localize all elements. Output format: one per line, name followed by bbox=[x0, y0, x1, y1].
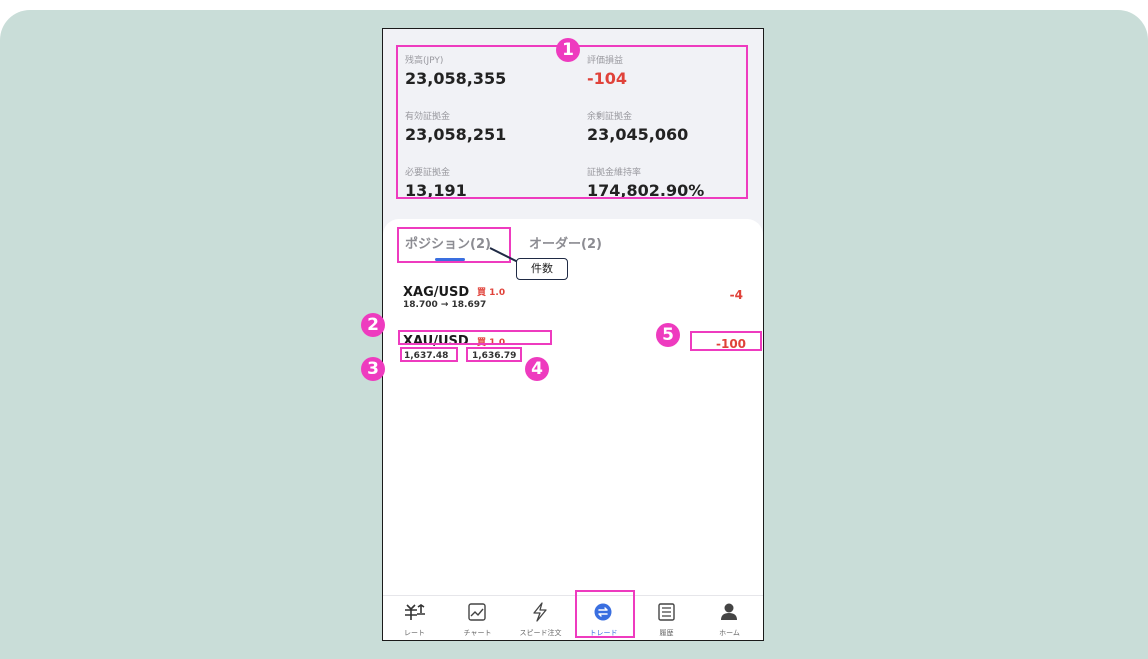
tabbar-home[interactable]: ホーム bbox=[698, 596, 761, 640]
annotation-badge-5: 5 bbox=[656, 323, 680, 347]
annotation-badge-4: 4 bbox=[525, 357, 549, 381]
highlight-open-price bbox=[400, 347, 458, 362]
bottom-tab-bar: レート チャート スピード注文 トレード 履歴 ホーム bbox=[383, 595, 763, 640]
highlight-current-price bbox=[466, 347, 522, 362]
person-icon bbox=[721, 603, 737, 620]
tabbar-speed-order[interactable]: スピード注文 bbox=[509, 596, 572, 640]
tabbar-label: 履歴 bbox=[659, 629, 674, 637]
position-pl: -4 bbox=[729, 288, 743, 302]
position-side: 買 1.0 bbox=[477, 288, 506, 298]
tabbar-history[interactable]: 履歴 bbox=[635, 596, 698, 640]
positions-panel bbox=[383, 219, 763, 599]
tabbar-label: ホーム bbox=[719, 629, 740, 637]
count-callout: 件数 bbox=[516, 258, 568, 280]
highlight-summary bbox=[396, 45, 748, 199]
annotation-badge-1: 1 bbox=[556, 38, 580, 62]
tabbar-chart[interactable]: チャート bbox=[446, 596, 509, 640]
highlight-trade-tab bbox=[575, 590, 635, 638]
highlight-pl bbox=[690, 331, 762, 351]
tabbar-rate[interactable]: レート bbox=[383, 596, 446, 640]
tabbar-label: レート bbox=[404, 629, 425, 637]
lightning-icon bbox=[533, 602, 547, 622]
chart-icon bbox=[468, 603, 486, 621]
tab-orders[interactable]: オーダー(2) bbox=[529, 233, 602, 252]
position-symbol: XAG/USD bbox=[403, 285, 470, 300]
tabbar-label: スピード注文 bbox=[519, 629, 562, 637]
position-prices: 18.700 → 18.697 bbox=[403, 300, 487, 310]
tabbar-label: チャート bbox=[463, 629, 492, 637]
annotation-badge-2: 2 bbox=[361, 313, 385, 337]
annotation-badge-3: 3 bbox=[361, 357, 385, 381]
history-list-icon bbox=[658, 603, 675, 621]
rate-icon bbox=[405, 604, 425, 620]
highlight-symbol-row bbox=[398, 330, 552, 345]
